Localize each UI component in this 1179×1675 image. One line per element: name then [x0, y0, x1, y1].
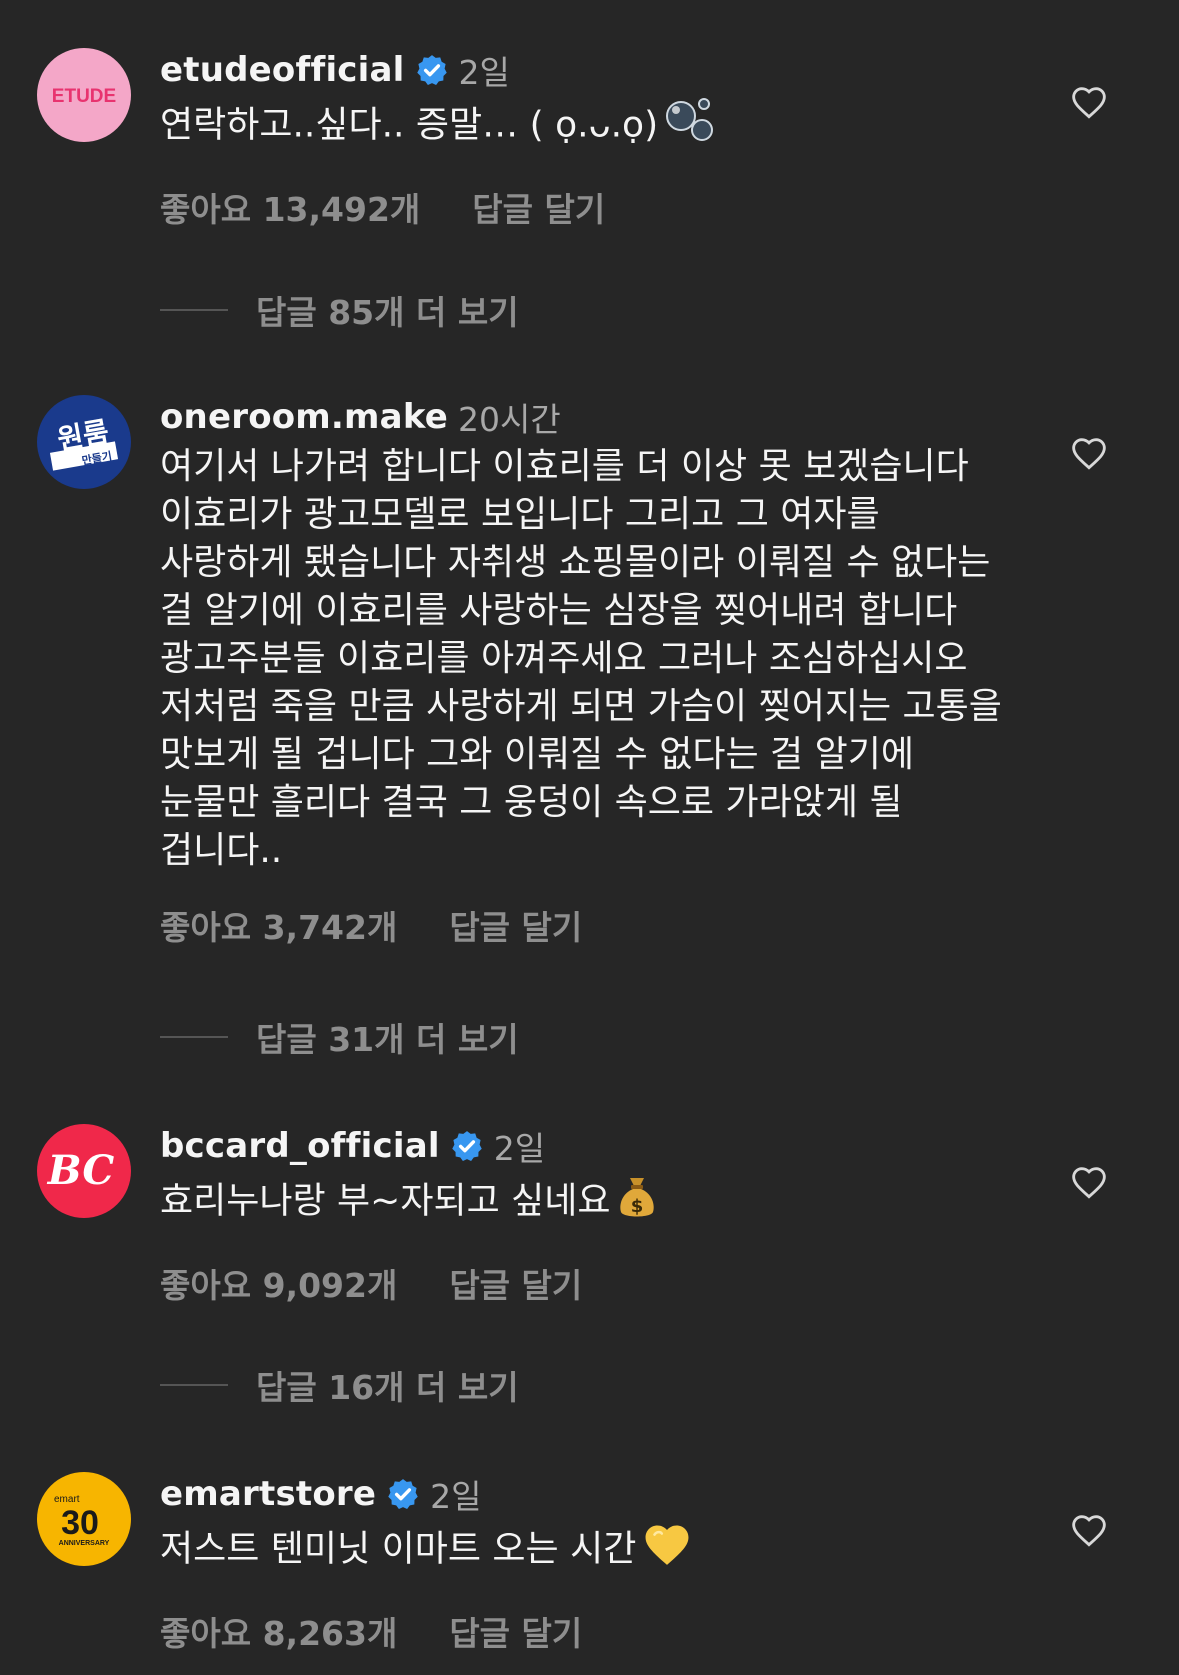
- svg-text:ETUDE: ETUDE: [52, 86, 116, 107]
- comment-text: 저스트 텐미닛 이마트 오는 시간: [160, 1528, 637, 1570]
- view-replies-button[interactable]: 답글 85개 더 보기: [160, 286, 519, 334]
- comment-text: 여기서 나가려 합니다 이효리를 더 이상 못 보겠습니다 이효리가 광고모델로…: [160, 446, 1002, 871]
- like-count[interactable]: 좋아요 8,263개: [160, 1607, 397, 1655]
- timestamp: 20시간: [457, 400, 561, 439]
- heart-icon[interactable]: [1070, 1164, 1108, 1200]
- timestamp: 2일: [493, 1129, 546, 1168]
- username[interactable]: emartstore: [160, 1474, 376, 1514]
- reply-button[interactable]: 답글 달기: [449, 1259, 582, 1307]
- username[interactable]: etudeofficial: [160, 50, 405, 90]
- money-bag-icon: $: [617, 1172, 657, 1233]
- like-count[interactable]: 좋아요 13,492개: [160, 183, 420, 231]
- heart-icon[interactable]: [1070, 435, 1108, 471]
- reply-button[interactable]: 답글 달기: [449, 1607, 582, 1655]
- avatar[interactable]: 원룸 만들기: [37, 395, 131, 489]
- avatar[interactable]: ETUDE: [37, 48, 131, 142]
- view-replies-label: 답글 16개 더 보기: [256, 1368, 519, 1407]
- bubbles-icon: [664, 96, 716, 157]
- svg-text:30: 30: [61, 1504, 99, 1542]
- reply-button[interactable]: 답글 달기: [472, 183, 605, 231]
- avatar[interactable]: emart 30 ANNIVERSARY: [37, 1472, 131, 1566]
- view-replies-label: 답글 85개 더 보기: [256, 293, 519, 332]
- comment-text-row: 연락하고..싶다.. 증말… ( ọ.ᴗ.ọ): [160, 96, 1010, 157]
- reply-button[interactable]: 답글 달기: [449, 901, 582, 949]
- verified-badge-icon: [386, 1477, 420, 1511]
- divider: [160, 1036, 228, 1038]
- comment-text: 효리누나랑 부~자되고 싶네요: [160, 1180, 611, 1222]
- oneroom-logo-icon: 원룸 만들기: [38, 396, 130, 488]
- username[interactable]: oneroom.make: [160, 397, 448, 437]
- divider: [160, 1384, 228, 1386]
- verified-badge-icon: [415, 53, 449, 87]
- comment-text-row: 저스트 텐미닛 이마트 오는 시간: [160, 1520, 1010, 1581]
- username[interactable]: bccard_official: [160, 1126, 440, 1166]
- svg-text:BC: BC: [47, 1147, 115, 1194]
- yellow-heart-icon: [642, 1520, 692, 1581]
- view-replies-button[interactable]: 답글 31개 더 보기: [160, 1013, 519, 1061]
- comment-list: ETUDE etudeofficial 2일 연락하고..싶다.. 증말… ( …: [0, 0, 1179, 1675]
- heart-icon[interactable]: [1070, 1512, 1108, 1548]
- svg-text:$: $: [630, 1196, 643, 1217]
- etude-logo-icon: ETUDE: [52, 86, 116, 107]
- timestamp: 2일: [430, 1477, 482, 1516]
- comment-text-row: 효리누나랑 부~자되고 싶네요 $: [160, 1172, 1010, 1233]
- timestamp: 2일: [458, 53, 510, 92]
- view-replies-label: 답글 31개 더 보기: [256, 1020, 519, 1059]
- bc-logo-icon: BC: [47, 1147, 115, 1194]
- emart-logo-icon: emart 30 ANNIVERSARY: [54, 1494, 110, 1547]
- verified-badge-icon: [450, 1129, 484, 1163]
- like-count[interactable]: 좋아요 9,092개: [160, 1259, 397, 1307]
- heart-icon[interactable]: [1070, 84, 1108, 120]
- avatar[interactable]: BC: [37, 1124, 131, 1218]
- comment-text: 연락하고..싶다.. 증말… ( ọ.ᴗ.ọ): [160, 104, 659, 146]
- divider: [160, 309, 228, 311]
- view-replies-button[interactable]: 답글 16개 더 보기: [160, 1361, 519, 1409]
- like-count[interactable]: 좋아요 3,742개: [160, 901, 397, 949]
- svg-text:ANNIVERSARY: ANNIVERSARY: [59, 1540, 110, 1547]
